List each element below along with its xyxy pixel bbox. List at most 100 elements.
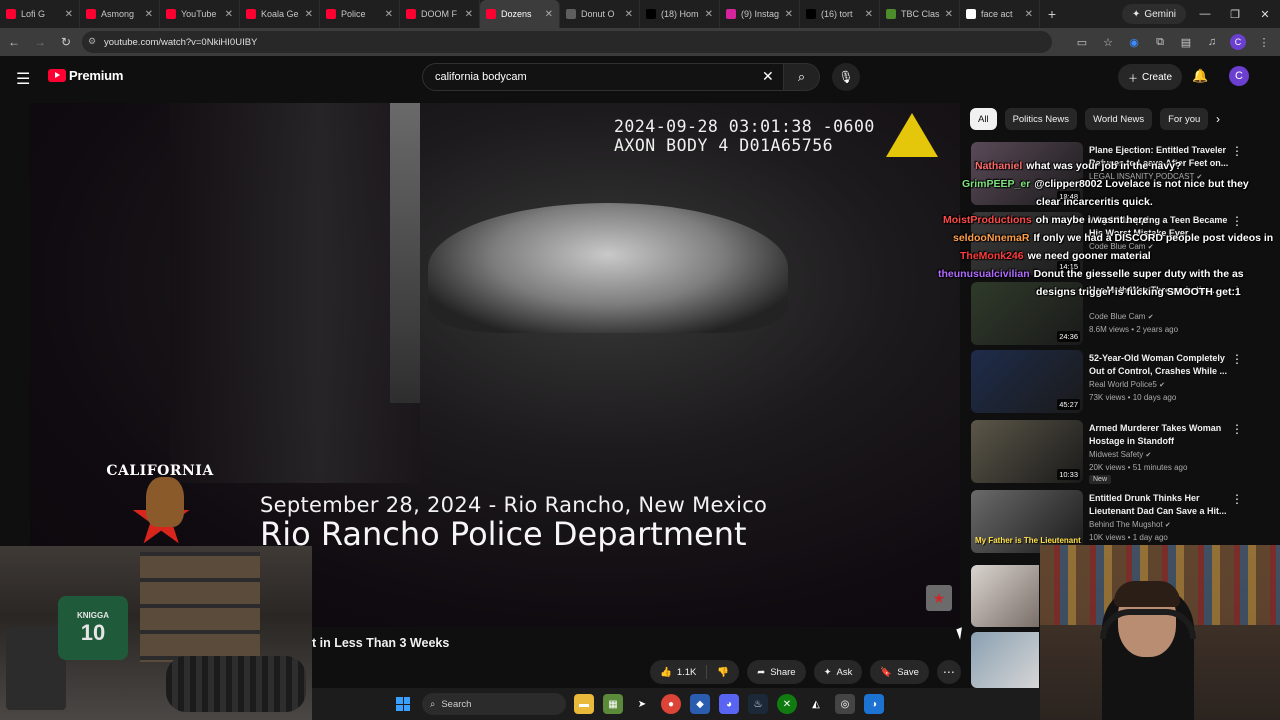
browser-tab[interactable]: (18) Hom ✕ [640,0,720,28]
site-info-icon[interactable]: ⚙ [88,36,96,47]
chat-username[interactable]: Nathaniel [975,160,1022,172]
steam-icon[interactable]: ♨ [748,694,768,714]
minecraft-icon[interactable]: ▦ [603,694,623,714]
chrome-active-icon[interactable]: ◎ [835,694,855,714]
browser-tab[interactable]: Asmong ✕ [80,0,160,28]
extensions-puzzle-icon[interactable]: ⧉ [1152,32,1168,52]
related-video-title[interactable]: Armed Murderer Takes Woman Hostage in St… [1089,422,1239,448]
related-video-item[interactable]: 45:27 52-Year-Old Woman Completely Out of… [971,350,1261,416]
more-options-icon[interactable]: ⋮ [1231,422,1243,436]
tab-close-icon[interactable]: ✕ [225,9,233,20]
browser-tab[interactable]: Koala Ge ✕ [240,0,320,28]
arc-icon[interactable]: ◭ [806,694,826,714]
chat-username[interactable]: theunusualcivilian [938,268,1030,280]
voice-search-button[interactable]: 🎙 [832,63,860,91]
windows-start-icon[interactable] [396,697,410,711]
minimize-icon[interactable]: — [1190,0,1220,28]
more-options-icon[interactable]: ⋮ [1231,144,1243,158]
more-actions-icon[interactable]: ⋯ [936,660,961,684]
search-button[interactable]: ⌕ [784,63,820,91]
maximize-icon[interactable]: ❐ [1220,0,1250,28]
browser-tab[interactable]: Police ✕ [320,0,400,28]
chat-username[interactable]: TheMonk246 [960,250,1024,262]
side-panel-icon[interactable]: ▤ [1178,32,1194,52]
browser-tab[interactable]: Lofi G ✕ [0,0,80,28]
tab-close-icon[interactable]: ✕ [865,9,873,20]
reload-icon[interactable]: ↻ [54,30,78,54]
close-window-icon[interactable]: ✕ [1250,0,1280,28]
browser-menu-icon[interactable]: ⋮ [1256,32,1272,52]
search-input[interactable]: california bodycam [422,63,784,91]
filter-chip[interactable]: World News [1085,108,1153,130]
filter-chip[interactable]: Politics News [1004,108,1078,130]
tab-close-icon[interactable]: ✕ [945,9,953,20]
chat-username[interactable]: GrimPEEP_er [962,178,1030,190]
tab-close-icon[interactable]: ✕ [65,9,73,20]
extension-icon[interactable]: ◉ [1126,32,1142,52]
url-input[interactable]: ⚙ youtube.com/watch?v=0NkiHI0UIBY [82,31,1052,53]
more-options-icon[interactable]: ⋮ [1231,214,1243,228]
tab-close-icon[interactable]: ✕ [545,9,553,20]
notifications-bell-icon[interactable]: 🔔 [1192,68,1208,84]
browser-tab[interactable]: TBC Clas ✕ [880,0,960,28]
tab-close-icon[interactable]: ✕ [145,9,153,20]
channel-name[interactable]: Behind The Mugshot ✔ [1089,520,1171,529]
dislike-button[interactable]: 👎 [707,660,739,684]
related-thumbnail-partial[interactable] [971,632,1039,688]
channel-name[interactable]: Midwest Safety ✔ [1089,450,1151,459]
chrome-icon[interactable]: ● [661,694,681,714]
media-controls-icon[interactable]: ♫ [1204,32,1220,52]
ask-button[interactable]: ✦ Ask [813,660,863,684]
app-icon[interactable]: ◆ [690,694,710,714]
more-options-icon[interactable]: ⋮ [1231,492,1243,506]
channel-name[interactable]: Code Blue Cam ✔ [1089,312,1154,321]
share-button[interactable]: ➦ Share [747,660,806,684]
tab-close-icon[interactable]: ✕ [1025,9,1033,20]
app-icon-2[interactable]: ◑ [864,694,884,714]
chat-username[interactable]: seldooNnemaR [953,232,1029,244]
browser-tab[interactable]: Donut O ✕ [560,0,640,28]
discord-icon[interactable]: ◕ [719,694,739,714]
related-video-item[interactable]: 10:33 Armed Murderer Takes Woman Hostage … [971,420,1261,486]
browser-tab[interactable]: YouTube ✕ [160,0,240,28]
xbox-icon[interactable]: ✕ [777,694,797,714]
related-video-title[interactable]: 52-Year-Old Woman Completely Out of Cont… [1089,352,1239,378]
bookmark-star-icon[interactable]: ☆ [1100,32,1116,52]
tab-close-icon[interactable]: ✕ [465,9,473,20]
tab-close-icon[interactable]: ✕ [625,9,633,20]
file-explorer-icon[interactable]: ▬ [574,694,594,714]
browser-tab[interactable]: face act ✕ [960,0,1040,28]
back-icon[interactable]: ← [2,30,26,54]
save-button[interactable]: 🔖 Save [870,660,929,684]
related-video-title[interactable]: Entitled Drunk Thinks Her Lieutenant Dad… [1089,492,1239,518]
channel-name[interactable]: Real World Police5 ✔ [1089,380,1165,389]
menu-icon[interactable]: ☰ [16,69,30,89]
gemini-button[interactable]: ✦ Gemini [1122,4,1186,24]
clear-search-icon[interactable]: ✕ [762,68,774,85]
like-button[interactable]: 👍 1.1K [650,660,706,684]
filter-chip[interactable]: All [970,108,997,130]
youtube-logo[interactable]: Premium [48,68,123,83]
account-avatar[interactable]: C [1229,66,1249,86]
video-thumbnail[interactable]: My Father is The Lieutenant [971,490,1083,553]
browser-tab[interactable]: (16) tort ✕ [800,0,880,28]
send-icon[interactable]: ➤ [632,694,652,714]
taskbar-search[interactable]: ⌕ Search [422,693,566,715]
video-thumbnail[interactable]: 10:33 [971,420,1083,483]
video-thumbnail[interactable]: 45:27 [971,350,1083,413]
cast-icon[interactable]: ▭ [1074,32,1090,52]
forward-icon[interactable]: → [28,30,52,54]
tab-close-icon[interactable]: ✕ [705,9,713,20]
profile-avatar[interactable]: C [1230,34,1246,50]
browser-tab[interactable]: DOOM F ✕ [400,0,480,28]
create-button[interactable]: ＋ Create [1118,64,1182,90]
tab-close-icon[interactable]: ✕ [305,9,313,20]
more-options-icon[interactable]: ⋮ [1231,352,1243,366]
filter-chip[interactable]: For you [1160,108,1209,130]
tab-close-icon[interactable]: ✕ [385,9,393,20]
related-thumbnail-partial[interactable] [971,565,1039,627]
browser-tab[interactable]: (9) Instag ✕ [720,0,800,28]
new-tab-button[interactable]: + [1040,6,1064,22]
channel-watermark-icon[interactable]: ★ [926,585,952,611]
tab-close-icon[interactable]: ✕ [785,9,793,20]
